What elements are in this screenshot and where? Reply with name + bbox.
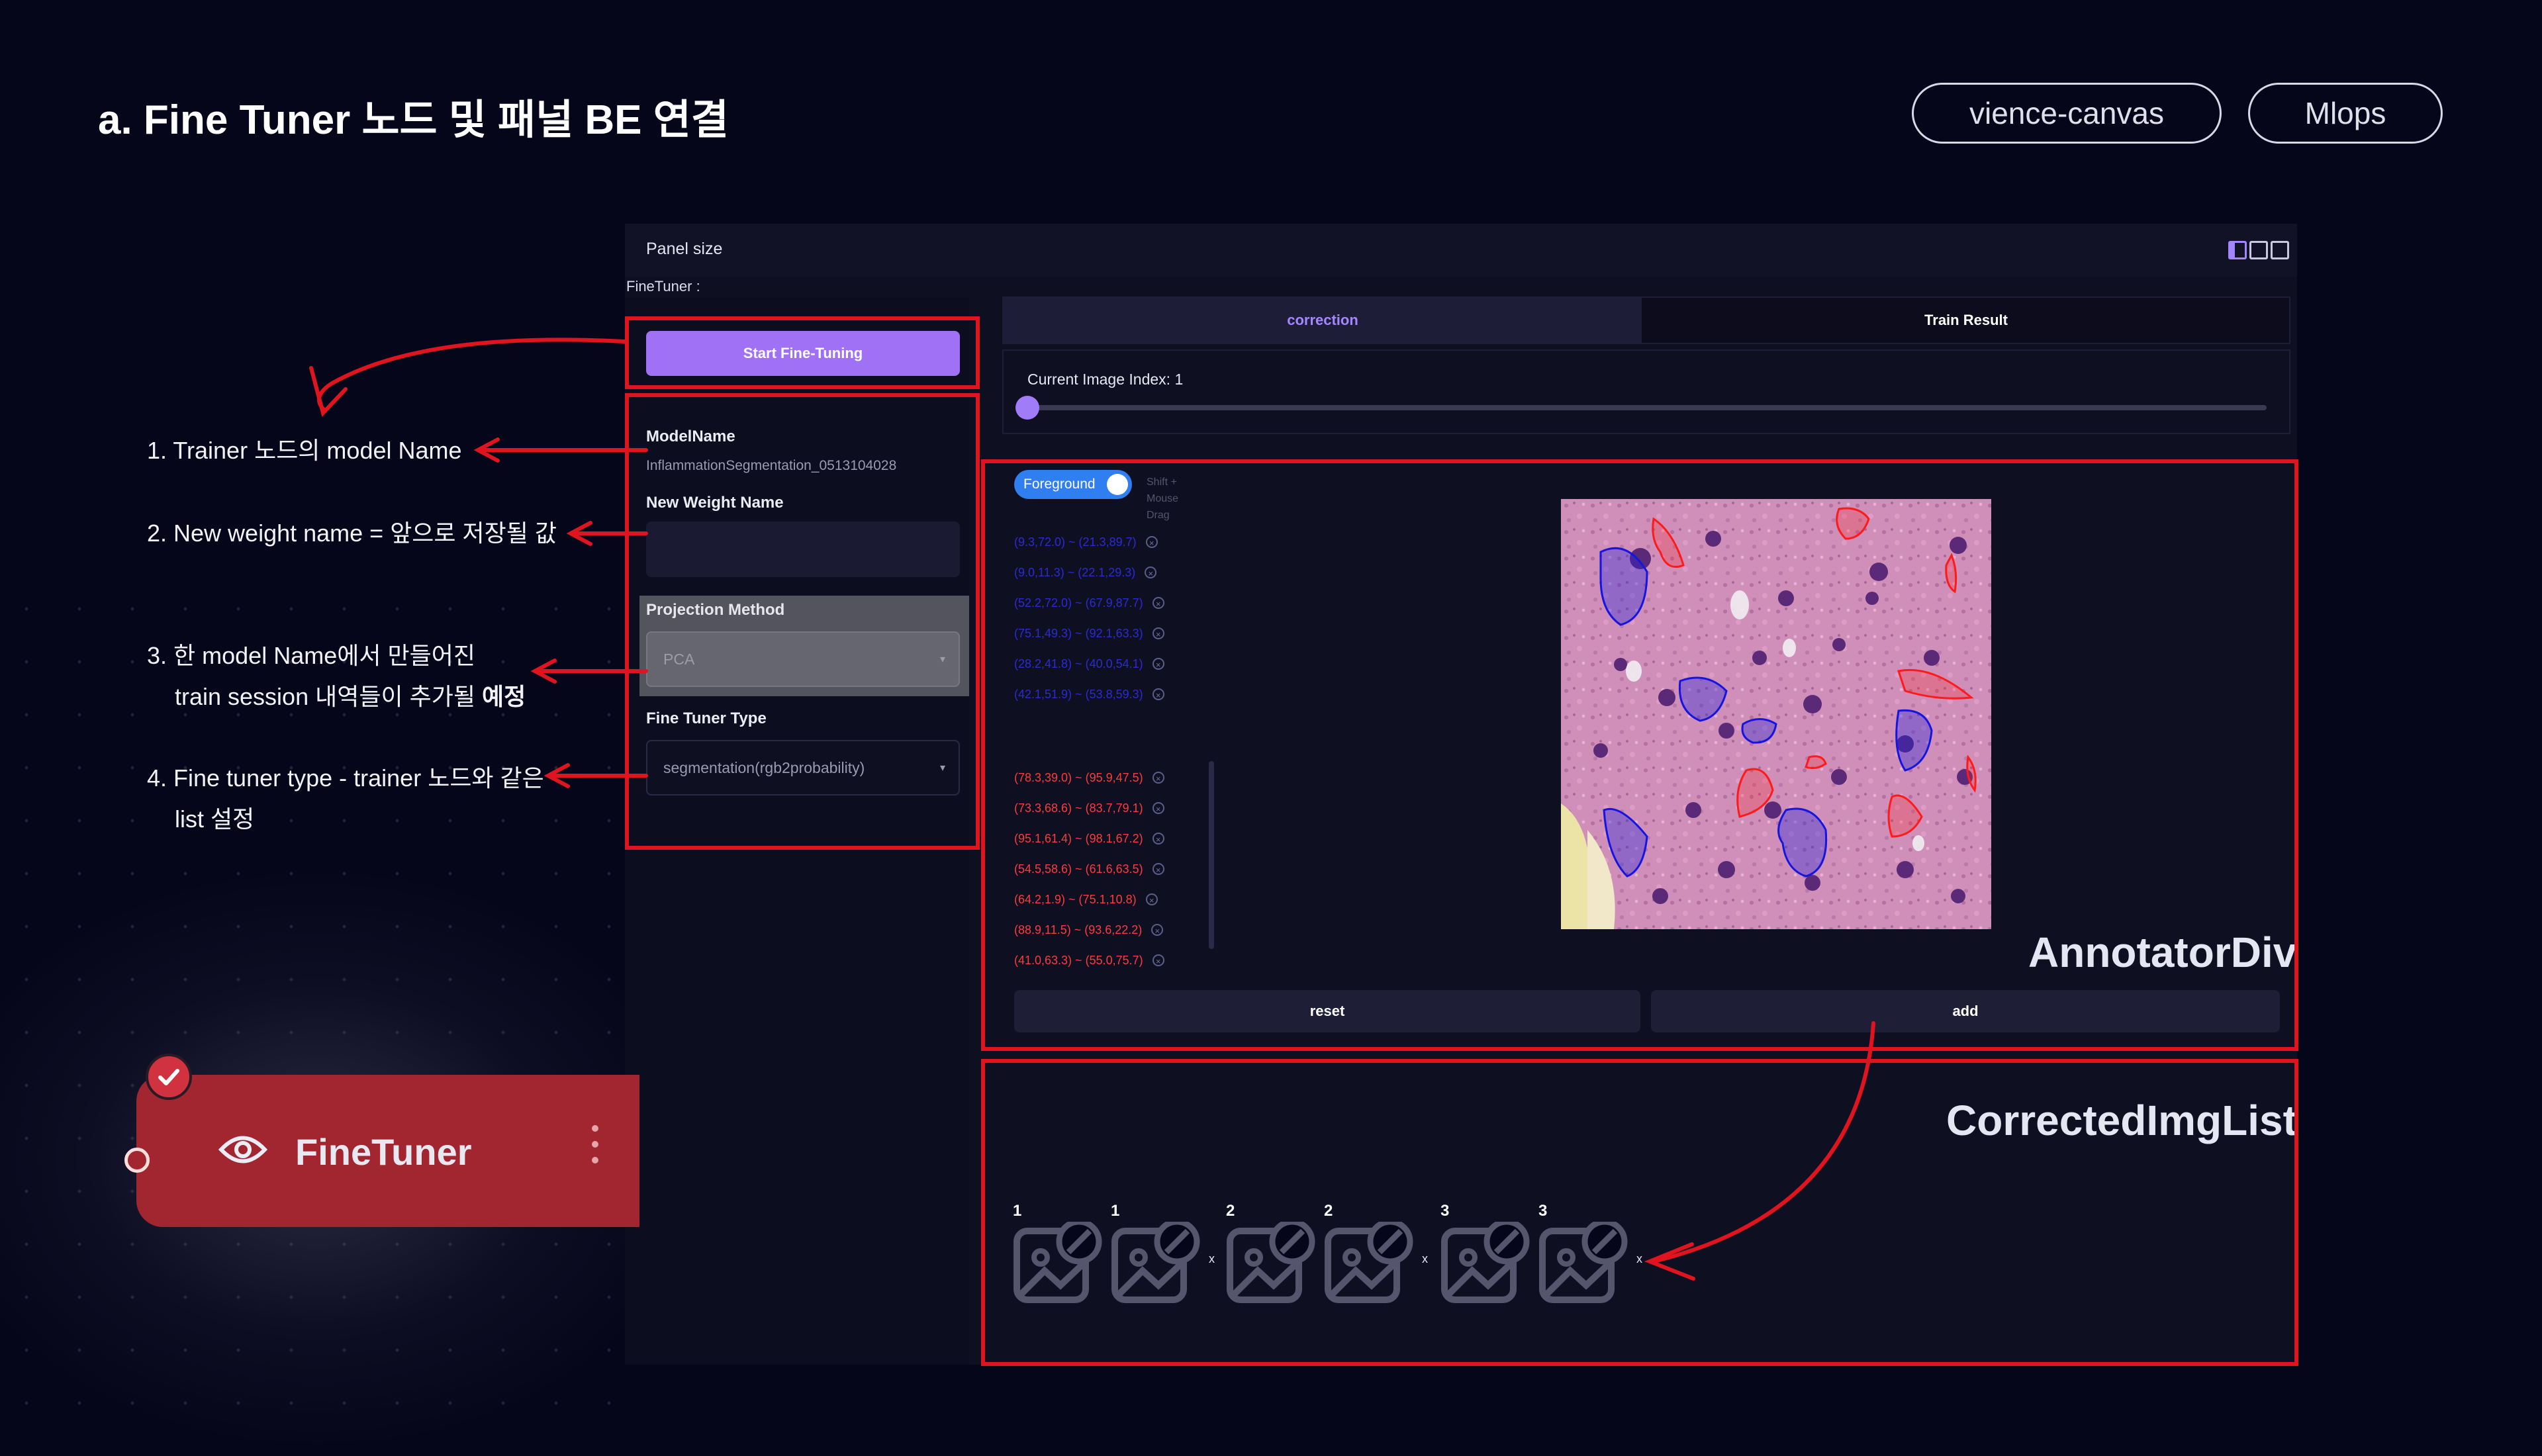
node-input-port[interactable] <box>124 1148 150 1173</box>
arrowhead-top <box>309 366 348 417</box>
eye-icon[interactable] <box>218 1130 267 1169</box>
arrow-curve-top <box>317 338 627 412</box>
arrow-add-to-list <box>1652 1021 1875 1263</box>
check-icon <box>146 1054 192 1100</box>
node-title: FineTuner <box>295 1131 472 1173</box>
more-options-icon[interactable] <box>592 1125 598 1163</box>
